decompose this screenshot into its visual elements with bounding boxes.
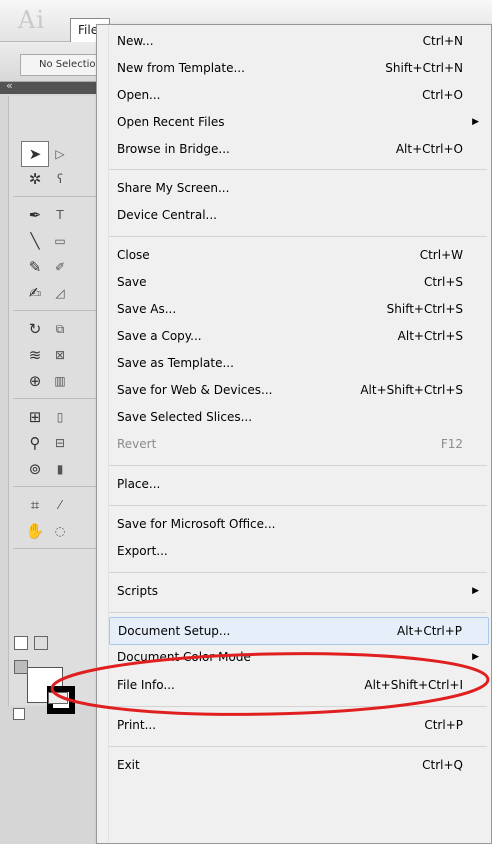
symbol-sprayer-tool-icon[interactable]: ⊚ — [21, 456, 49, 482]
selection-status: No Selection — [20, 54, 106, 76]
selection-tool-icon[interactable]: ➤ — [21, 141, 49, 167]
menu-separator — [109, 169, 487, 170]
rotate-tool-icon[interactable]: ↻ — [21, 316, 49, 342]
menu-item-exit[interactable]: Exit Ctrl+Q — [109, 753, 489, 777]
menu-item-save-for-web[interactable]: Save for Web & Devices... Alt+Shift+Ctrl+… — [109, 378, 489, 402]
free-transform-tool-icon[interactable]: ⊠ — [51, 342, 69, 368]
mesh-tool-icon[interactable]: ⊞ — [21, 404, 49, 430]
gradient-tool-icon[interactable]: ▯ — [51, 404, 69, 430]
menu-item-save-for-microsoft-office[interactable]: Save for Microsoft Office... — [109, 512, 489, 536]
file-menu-dropdown: New... Ctrl+N New from Template... Shift+C… — [96, 24, 492, 844]
magic-wand-tool-icon[interactable]: ✲ — [21, 166, 49, 192]
menu-separator — [109, 612, 487, 613]
pen-tool-icon[interactable]: ✒ — [21, 202, 49, 228]
menu-separator — [109, 706, 487, 707]
menu-item-file-info[interactable]: File Info... Alt+Shift+Ctrl+I — [109, 673, 489, 697]
menu-item-export[interactable]: Export... — [109, 539, 489, 563]
menu-item-browse-in-bridge[interactable]: Browse in Bridge... Alt+Ctrl+O — [109, 137, 489, 161]
menu-item-open[interactable]: Open... Ctrl+O — [109, 83, 489, 107]
menu-item-revert: Revert F12 — [117, 437, 463, 451]
toolbox-divider — [13, 486, 109, 487]
pencil-tool-icon[interactable]: ✐ — [51, 254, 69, 280]
toolbox-divider — [13, 398, 109, 399]
menu-item-save[interactable]: Save Ctrl+S — [109, 270, 489, 294]
panel-dock-bar[interactable]: « — [0, 79, 108, 94]
menu-item-close[interactable]: Close Ctrl+W — [109, 243, 489, 267]
toolbox-divider — [13, 310, 109, 311]
line-tool-icon[interactable]: ╲ — [21, 228, 49, 254]
menu-item-save-selected-slices[interactable]: Save Selected Slices... — [109, 405, 489, 429]
menu-item-save-as-template[interactable]: Save as Template... — [109, 351, 489, 375]
menu-item-document-color-mode[interactable]: Document Color Mode ▶ — [109, 645, 489, 669]
rectangle-tool-icon[interactable]: ▭ — [51, 228, 69, 254]
menu-item-share-my-screen[interactable]: Share My Screen... — [109, 176, 489, 200]
shape-builder-tool-icon[interactable]: ⊕ — [21, 368, 49, 394]
menu-separator — [109, 236, 487, 237]
submenu-arrow-icon: ▶ — [472, 586, 479, 596]
menu-item-scripts[interactable]: Scripts ▶ — [109, 579, 489, 603]
menu-separator — [109, 572, 487, 573]
toolbox-divider — [13, 548, 109, 549]
menu-item-new-from-template[interactable]: New from Template... Shift+Ctrl+N — [109, 56, 489, 80]
type-tool-icon[interactable]: T — [51, 202, 69, 228]
draw-normal-icon[interactable] — [14, 636, 28, 650]
menu-item-save-a-copy[interactable]: Save a Copy... Alt+Ctrl+S — [109, 324, 489, 348]
zoom-tool-icon[interactable]: ◌ — [51, 518, 69, 544]
menu-item-open-recent-files[interactable]: Open Recent Files ▶ — [109, 110, 489, 134]
menu-separator — [109, 746, 487, 747]
eraser-tool-icon[interactable]: ◿ — [51, 280, 69, 306]
scale-tool-icon[interactable]: ⧉ — [51, 316, 69, 342]
menu-separator — [109, 465, 487, 466]
default-colors-icon[interactable] — [13, 708, 25, 720]
draw-behind-icon[interactable] — [34, 636, 48, 650]
hand-tool-icon[interactable]: ✋ — [21, 518, 49, 544]
collapse-arrows-icon[interactable]: « — [6, 79, 13, 92]
blob-brush-tool-icon[interactable]: ✍ — [21, 280, 49, 306]
menu-item-document-setup[interactable]: Document Setup... Alt+Ctrl+P — [109, 617, 489, 645]
illustrator-logo: Ai — [18, 6, 46, 34]
warp-tool-icon[interactable]: ≋ — [21, 342, 49, 368]
direct-selection-tool-icon[interactable]: ▷ — [51, 141, 69, 167]
artboard-tool-icon[interactable]: ⌗ — [21, 492, 49, 518]
paintbrush-tool-icon[interactable]: ✎ — [21, 254, 49, 280]
menu-item-device-central[interactable]: Device Central... — [109, 203, 489, 227]
change-screen-mode-icon[interactable] — [48, 692, 68, 704]
menu-item-save-as[interactable]: Save As... Shift+Ctrl+S — [109, 297, 489, 321]
slice-tool-icon[interactable]: ⁄ — [51, 492, 69, 518]
lasso-tool-icon[interactable]: ʕ — [51, 166, 69, 192]
menu-item-place[interactable]: Place... — [109, 472, 489, 496]
screen-mode-icon[interactable] — [14, 660, 28, 674]
menu-separator — [109, 505, 487, 506]
toolbox-divider — [13, 196, 109, 197]
toolbox-panel: ➤ ▷ ✲ ʕ ✒ T ╲ ▭ ✎ ✐ ✍ ◿ ↻ ⧉ ≋ ⊠ ⊕ ▥ ⊞ ▯ … — [8, 96, 109, 720]
blend-tool-icon[interactable]: ⊟ — [51, 430, 69, 456]
eyedropper-tool-icon[interactable]: ⚲ — [21, 430, 49, 456]
menu-item-print[interactable]: Print... Ctrl+P — [109, 713, 489, 737]
column-graph-tool-icon[interactable]: ▮ — [51, 456, 69, 482]
menu-item-new[interactable]: New... Ctrl+N — [109, 29, 489, 53]
control-panel: No Selection — [0, 42, 108, 82]
perspective-grid-tool-icon[interactable]: ▥ — [51, 368, 69, 394]
submenu-arrow-icon: ▶ — [472, 652, 479, 662]
submenu-arrow-icon: ▶ — [472, 117, 479, 127]
